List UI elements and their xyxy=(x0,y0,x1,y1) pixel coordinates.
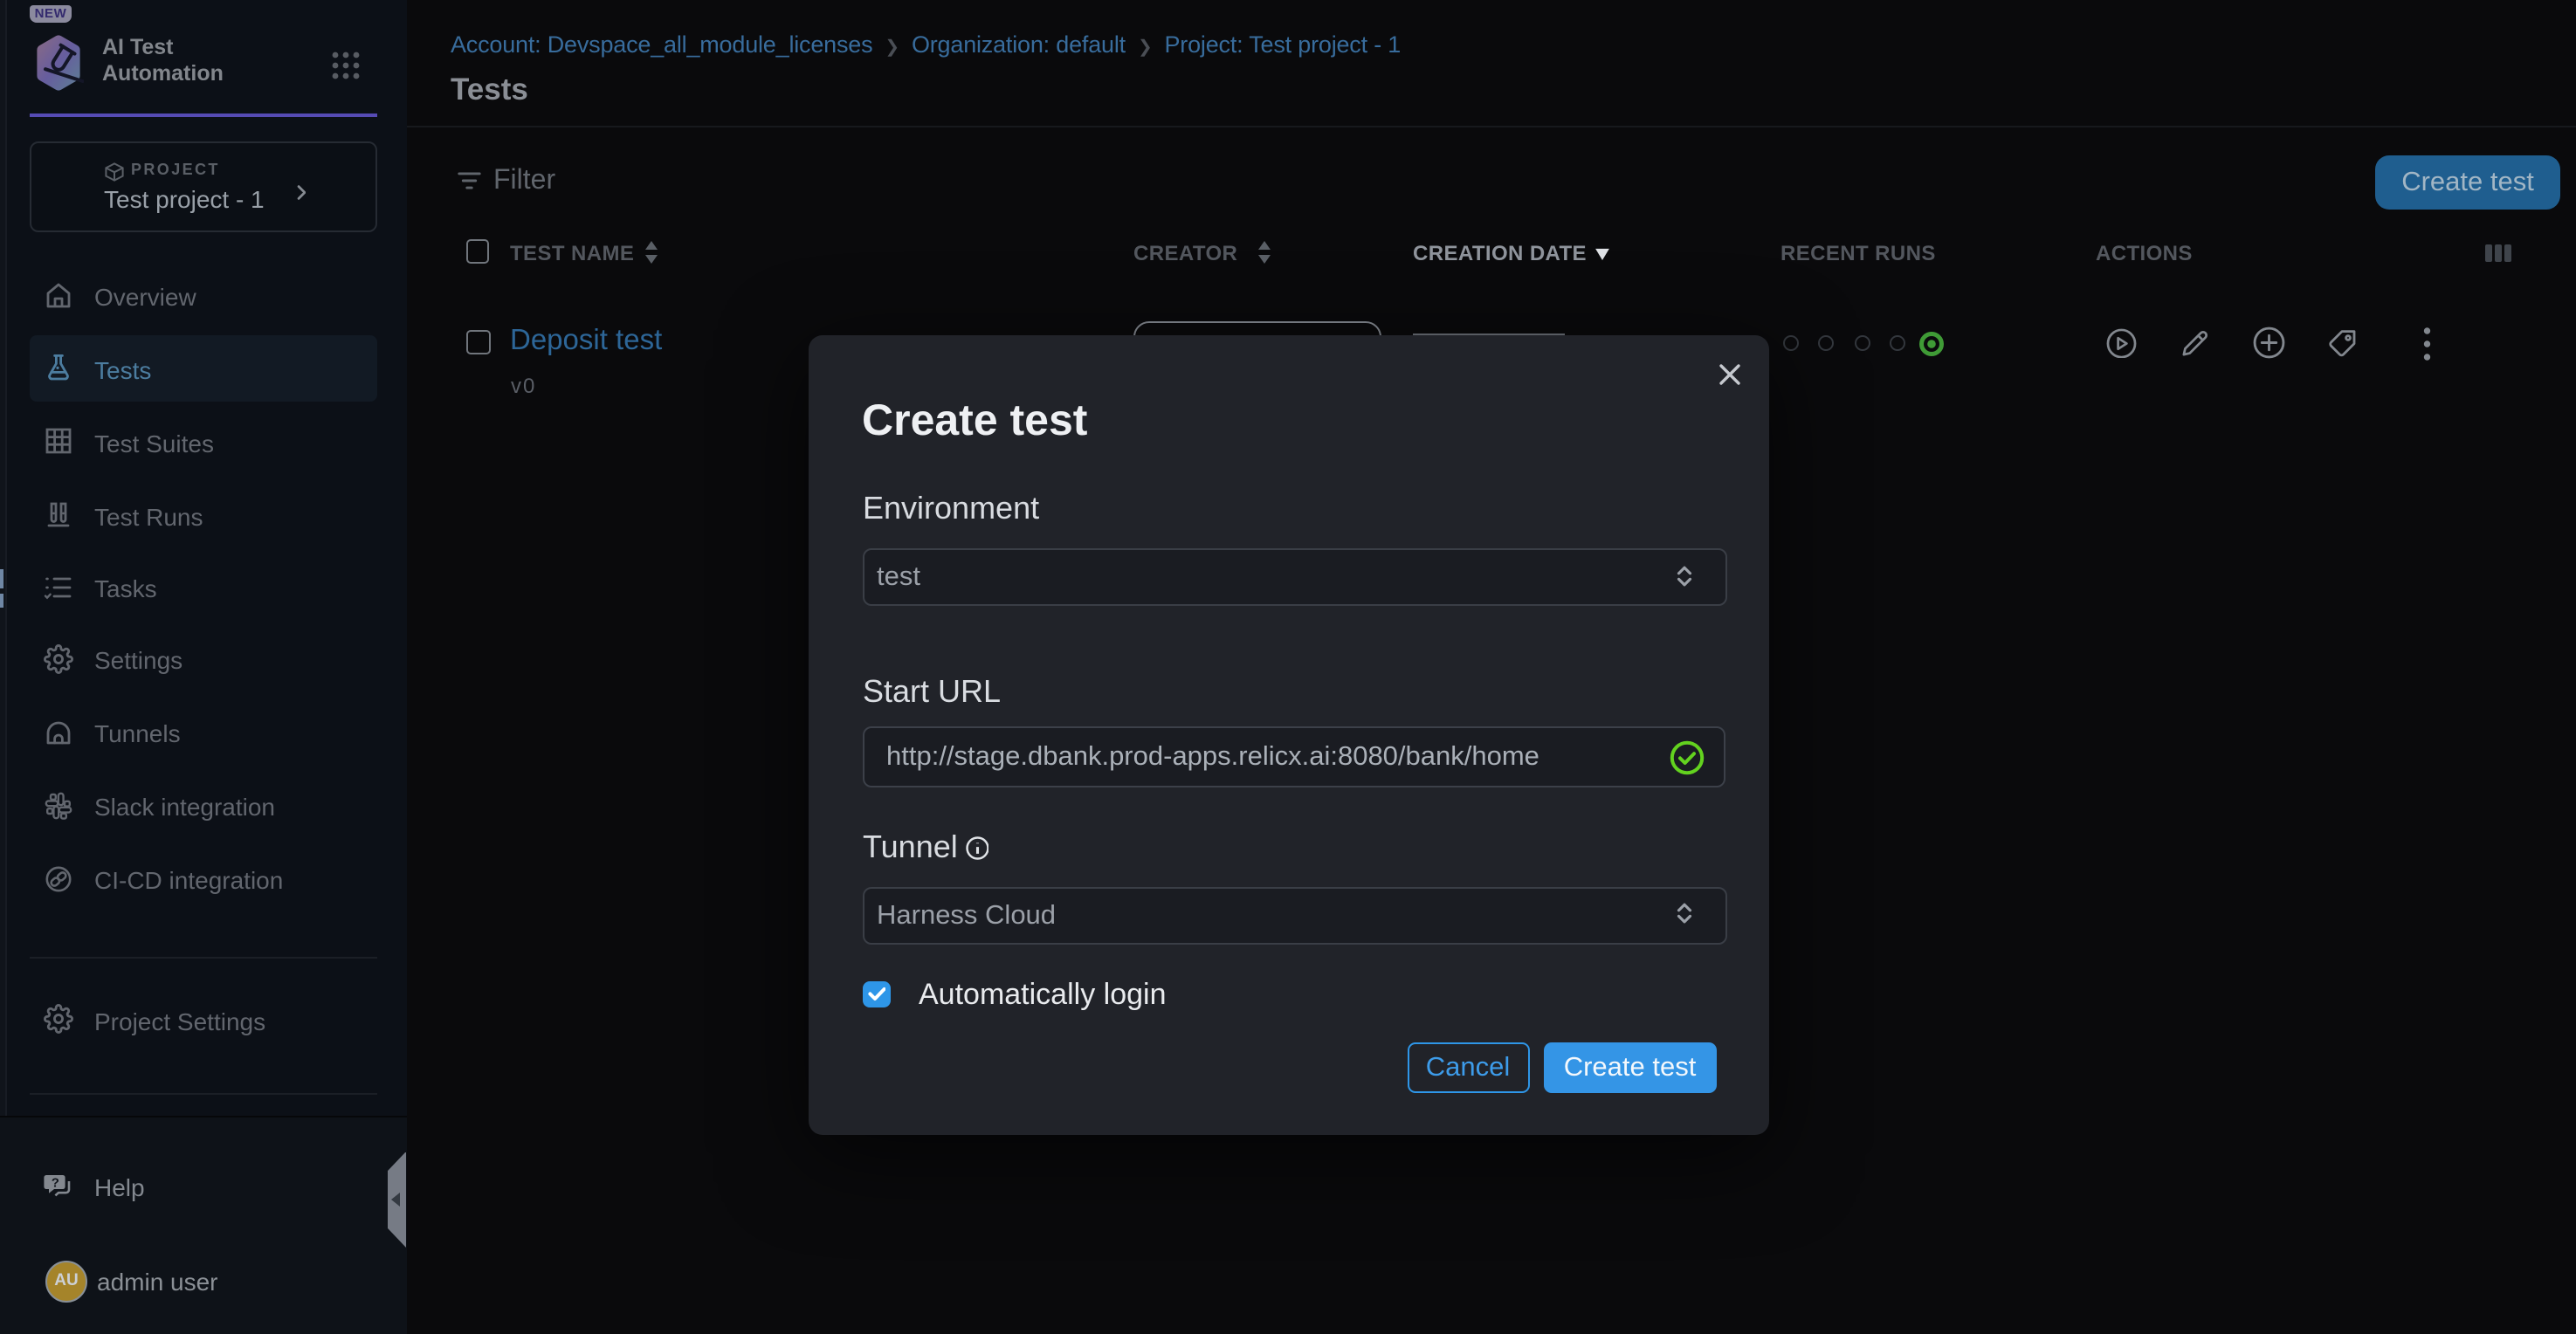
svg-text:?: ? xyxy=(52,1176,59,1191)
